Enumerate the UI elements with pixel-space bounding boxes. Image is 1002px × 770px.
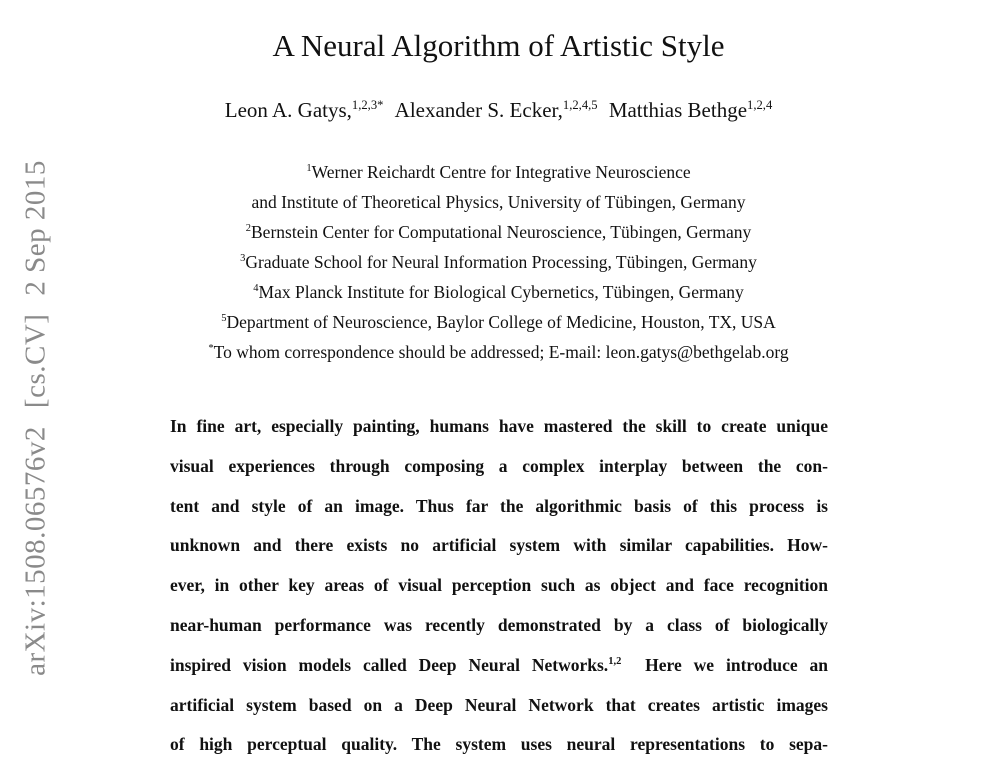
abstract-line: of high perceptual quality. The system u… (170, 734, 828, 755)
arxiv-id: arXiv:1508.06576v2 (19, 426, 52, 676)
affiliation-text: Bernstein Center for Computational Neuro… (251, 222, 752, 242)
author-gatys: Leon A. Gatys,1,2,3* (225, 98, 384, 122)
correspondence-line: *To whom correspondence should be addres… (0, 340, 997, 370)
affiliation-line: 4Max Planck Institute for Biological Cyb… (0, 280, 997, 310)
abstract-line: ever, in other key areas of visual perce… (170, 575, 828, 596)
author-name: Leon A. Gatys, (224, 98, 352, 122)
abstract-line-tail: Here we introduce an (645, 654, 829, 675)
affiliation-text: Max Planck Institute for Biological Cybe… (258, 282, 744, 302)
author-bethge: Matthias Bethge1,2,4 (609, 98, 772, 122)
author-list: Leon A. Gatys,1,2,3* Alexander S. Ecker,… (0, 98, 997, 123)
author-name: Alexander S. Ecker, (394, 98, 563, 122)
affiliation-list: 1Werner Reichardt Centre for Integrative… (0, 160, 997, 370)
author-name: Matthias Bethge (608, 98, 748, 122)
abstract-line: near-human performance was recently demo… (170, 614, 828, 635)
abstract-line-with-citation: inspired vision models called Deep Neura… (170, 651, 828, 691)
affiliation-text: Werner Reichardt Centre for Integrative … (311, 162, 691, 182)
abstract-line: In fine art, especially painting, humans… (170, 416, 828, 436)
affiliation-line: 2Bernstein Center for Computational Neur… (0, 220, 997, 250)
affiliation-line: and Institute of Theoretical Physics, Un… (0, 190, 997, 220)
abstract: In fine art, especially painting, humans… (170, 412, 828, 770)
affiliation-line: 5Department of Neuroscience, Baylor Coll… (0, 310, 997, 340)
abstract-line: visual experiences through composing a c… (170, 455, 828, 476)
citation-mark: 1,2 (608, 655, 622, 667)
author-affiliation-marks: 1,2,4,5 (562, 97, 598, 112)
affiliation-text: and Institute of Theoretical Physics, Un… (251, 192, 746, 212)
abstract-line: artificial system based on a Deep Neural… (170, 694, 828, 715)
abstract-line: tent and style of an image. Thus far the… (170, 495, 828, 516)
correspondence-text: To whom correspondence should be address… (213, 342, 789, 362)
author-affiliation-marks: 1,2,3* (351, 97, 384, 112)
author-ecker: Alexander S. Ecker,1,2,4,5 (395, 98, 598, 122)
affiliation-text: Graduate School for Neural Information P… (245, 252, 757, 272)
affiliation-text: Department of Neuroscience, Baylor Colle… (226, 312, 776, 332)
abstract-line-text: inspired vision models called Deep Neura… (170, 654, 609, 675)
paper-title: A Neural Algorithm of Artistic Style (272, 28, 725, 63)
affiliation-line: 1Werner Reichardt Centre for Integrative… (0, 160, 997, 190)
abstract-line: unknown and there exists no artificial s… (170, 535, 828, 556)
affiliation-line: 3Graduate School for Neural Information … (0, 250, 997, 280)
author-affiliation-marks: 1,2,4 (747, 97, 773, 112)
